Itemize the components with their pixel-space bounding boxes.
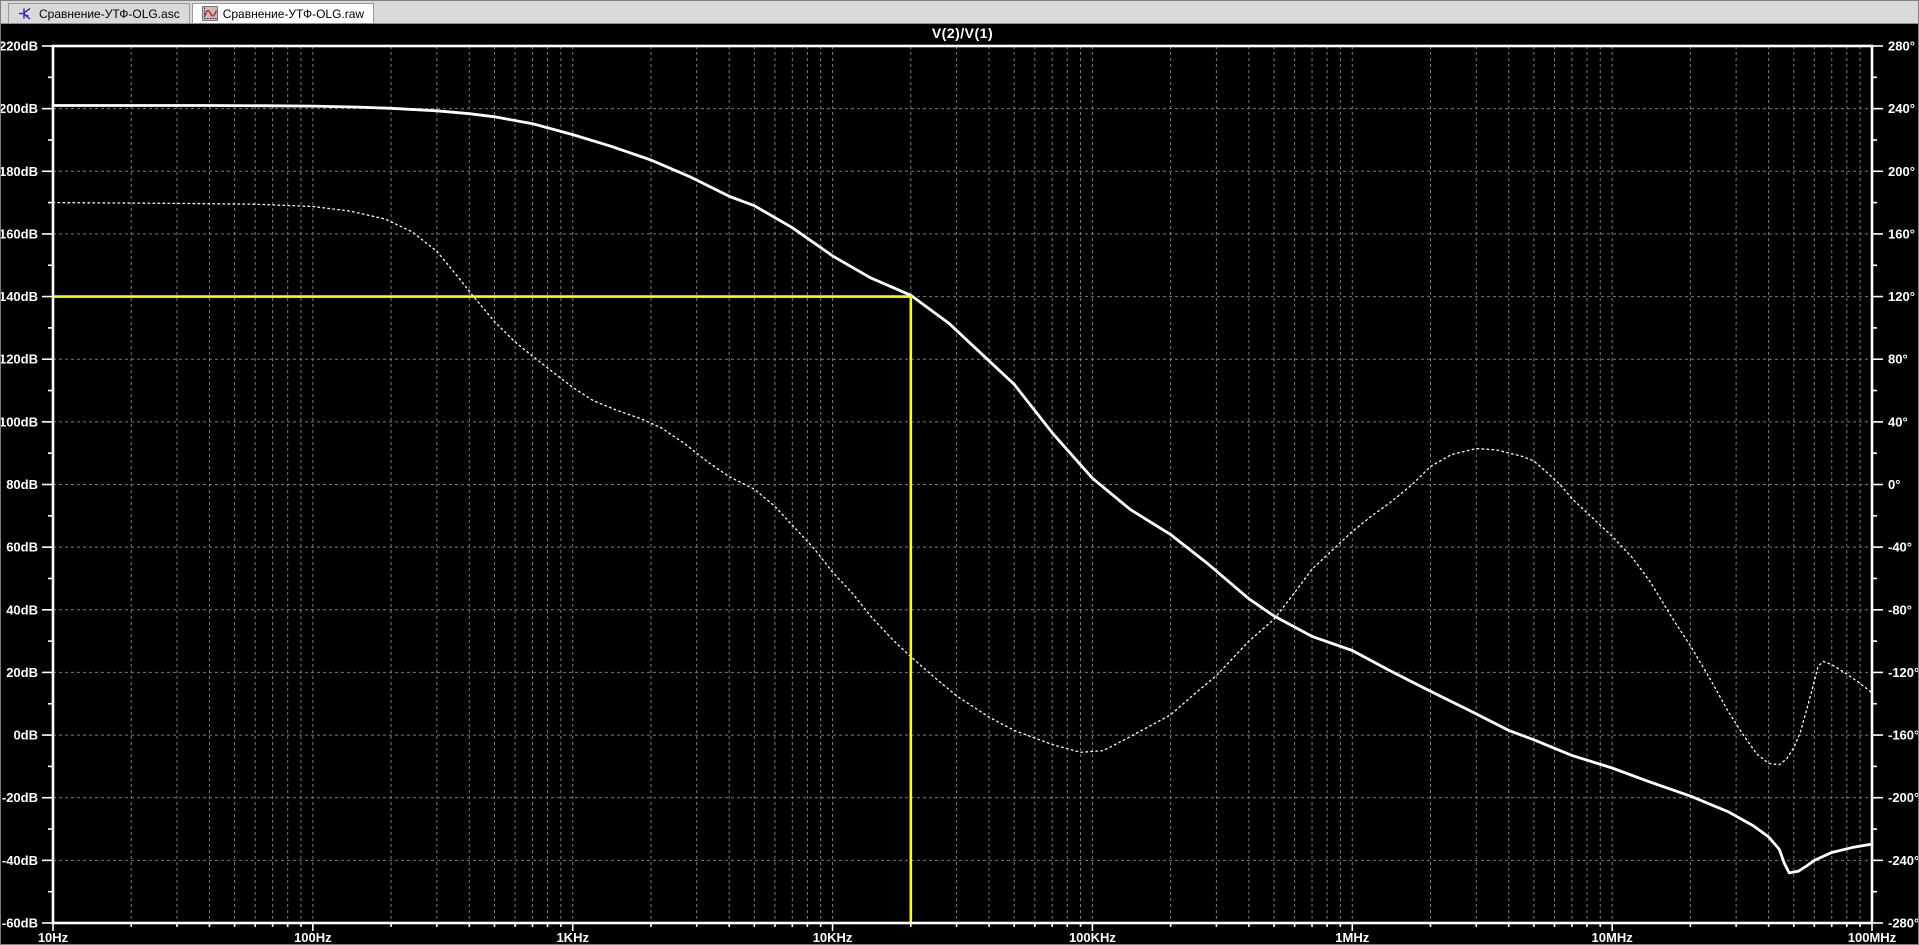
gain-magnitude-db-curve bbox=[51, 104, 1874, 875]
y-right-tick-label: 200° bbox=[1888, 164, 1915, 179]
x-tick-label: 10Hz bbox=[38, 930, 69, 945]
waveform-plot-pane[interactable]: 220dB 200dB 180dB 160dB 140dB 120dB 100dB 80dB 6… bbox=[1, 1, 1919, 945]
y-right-tick-label: 80° bbox=[1888, 352, 1908, 367]
y-left-tick-label: -60dB bbox=[2, 916, 38, 931]
ltspice-window: Сравнение-УТФ-OLG.asc Сравнение-УТФ-OLG.… bbox=[0, 0, 1919, 945]
y-left-tick-label: 0dB bbox=[13, 728, 38, 743]
y-left-tick-label: 200dB bbox=[1, 101, 38, 116]
y-left-tick-label: 140dB bbox=[1, 289, 38, 304]
x-tick-label: 100KHz bbox=[1069, 930, 1116, 945]
y-right-tick-label: -240° bbox=[1888, 853, 1919, 868]
y-left-tick-label: 80dB bbox=[6, 477, 38, 492]
y-right-tick-label: 280° bbox=[1888, 39, 1915, 54]
y-right-tick-label: -80° bbox=[1888, 602, 1912, 617]
y-left-tick-label: 40dB bbox=[6, 602, 38, 617]
grid-lines bbox=[53, 46, 1872, 923]
y-right-tick-label: 0° bbox=[1888, 477, 1900, 492]
y-left-tick-label: 120dB bbox=[1, 352, 38, 367]
y-left-tick-label: 220dB bbox=[1, 39, 38, 54]
x-tick-label: 100Hz bbox=[294, 930, 332, 945]
y-left-tick-label: -20dB bbox=[2, 790, 38, 805]
phase-deg-curve bbox=[52, 201, 1873, 766]
y-right-tick-label: 160° bbox=[1888, 226, 1915, 241]
y-left-tick-label: -40dB bbox=[2, 853, 38, 868]
axis-labels: 220dB 200dB 180dB 160dB 140dB 120dB 100dB 80dB 6… bbox=[1, 39, 1919, 945]
x-tick-label: 100MHz bbox=[1848, 930, 1897, 945]
x-tick-label: 10KHz bbox=[813, 930, 853, 945]
y-right-tick-label: 40° bbox=[1888, 414, 1908, 429]
y-right-tick-label: -280° bbox=[1888, 916, 1919, 931]
x-tick-label: 1KHz bbox=[556, 930, 589, 945]
x-tick-label: 10MHz bbox=[1592, 930, 1634, 945]
y-right-tick-label: 240° bbox=[1888, 101, 1915, 116]
y-right-tick-label: -160° bbox=[1888, 728, 1919, 743]
y-right-tick-label: -40° bbox=[1888, 540, 1912, 555]
traces bbox=[51, 104, 1874, 875]
axis-ticks bbox=[42, 45, 1883, 931]
y-right-tick-label: 120° bbox=[1888, 289, 1915, 304]
y-left-tick-label: 20dB bbox=[6, 665, 38, 680]
y-left-tick-label: 160dB bbox=[1, 226, 38, 241]
x-tick-label: 1MHz bbox=[1335, 930, 1369, 945]
y-right-tick-label: -200° bbox=[1888, 790, 1919, 805]
y-left-tick-label: 100dB bbox=[1, 414, 38, 429]
y-left-tick-label: 60dB bbox=[6, 540, 38, 555]
y-left-tick-label: 180dB bbox=[1, 164, 38, 179]
y-right-tick-label: -120° bbox=[1888, 665, 1919, 680]
